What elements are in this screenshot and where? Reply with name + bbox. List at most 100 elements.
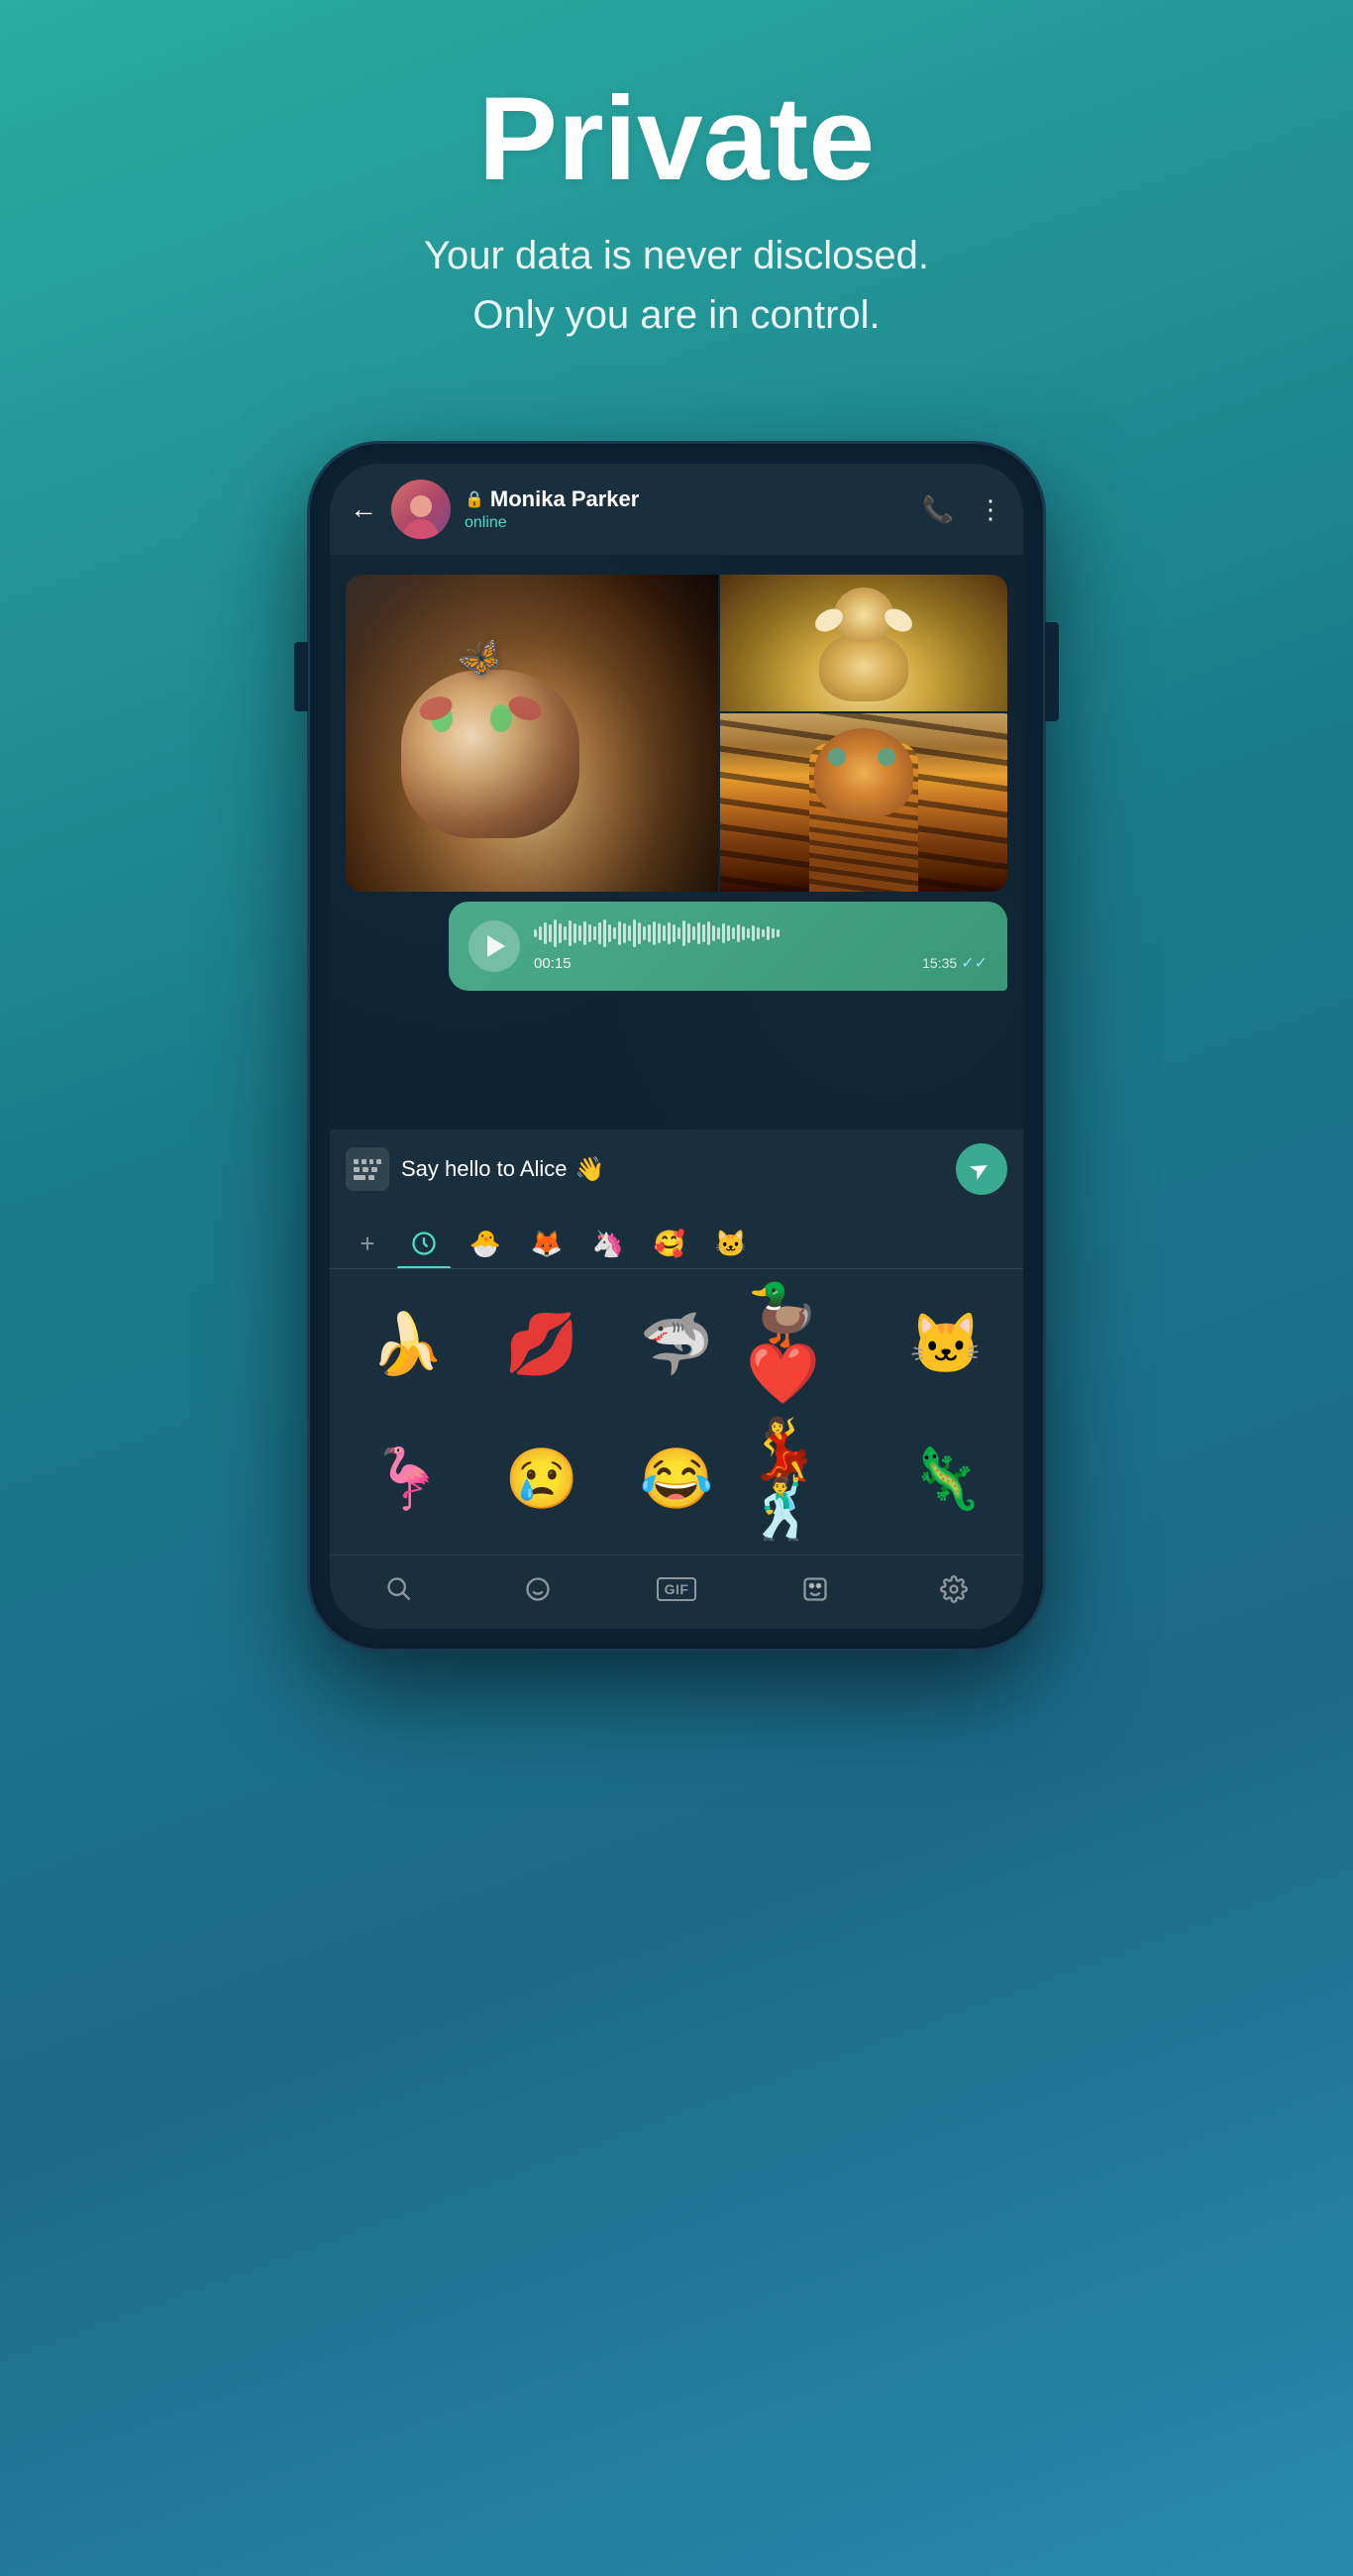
chat-header: ← 🔒 Monika Parker online: [330, 464, 1023, 555]
waveform-bar: [732, 927, 735, 939]
page-title: Private: [424, 79, 929, 198]
sticker-haha[interactable]: 😂: [611, 1414, 742, 1545]
play-button[interactable]: [468, 920, 520, 972]
phone-outer: ← 🔒 Monika Parker online: [310, 444, 1043, 1649]
waveform-bar: [633, 919, 636, 947]
waveform-bar: [702, 924, 705, 942]
contact-info: 🔒 Monika Parker online: [465, 486, 908, 532]
waveform-bar: [603, 919, 606, 947]
waveform-bar: [762, 929, 765, 937]
waveform-bar: [772, 928, 775, 938]
waveform-bar: [707, 921, 710, 945]
header-icons: 📞 ⋮: [922, 494, 1003, 525]
waveform-bar: [564, 926, 567, 940]
sticker-ducks-hearts[interactable]: 🦆❤️: [746, 1279, 877, 1410]
waveform-bar: [653, 921, 656, 945]
waveform-bar: [588, 924, 591, 942]
back-button[interactable]: ←: [350, 493, 377, 525]
waveform-bar: [742, 926, 745, 940]
bottom-nav: GIF: [330, 1555, 1023, 1629]
wave-emoji: 👋: [575, 1155, 605, 1184]
search-nav[interactable]: [374, 1569, 424, 1609]
waveform-bar: [544, 922, 547, 944]
waveform-bar: [727, 925, 730, 941]
header-section: Private Your data is never disclosed. On…: [424, 0, 929, 404]
waveform-bar: [712, 925, 715, 941]
emoji-nav[interactable]: [513, 1569, 563, 1609]
play-icon: [487, 935, 505, 957]
recent-sticker-tab[interactable]: [397, 1219, 451, 1268]
avatar-person: [403, 487, 439, 539]
message-input[interactable]: Say hello to Alice 👋: [401, 1155, 944, 1184]
photo-cat: 🦋: [346, 575, 718, 892]
waveform-bar: [673, 924, 676, 942]
waveform-bar: [757, 927, 760, 939]
voice-meta: 00:15 15:35 ✓✓: [534, 953, 988, 973]
text-input-area: Say hello to Alice 👋 ➤: [330, 1129, 1023, 1209]
call-icon[interactable]: 📞: [922, 494, 954, 525]
waveform-bar: [692, 926, 695, 940]
waveform-bar: [578, 925, 581, 941]
sticker-marilyn-kiss[interactable]: 💋: [476, 1279, 607, 1410]
avatar: [391, 480, 451, 539]
waveform-bar: [583, 921, 586, 945]
read-receipts: ✓✓: [961, 953, 988, 973]
waveform-bar: [539, 926, 542, 940]
phone-mockup: ← 🔒 Monika Parker online: [310, 444, 1043, 1649]
voice-message: 00:15 15:35 ✓✓: [449, 902, 1007, 991]
send-icon: ➤: [964, 1151, 995, 1186]
sticker-cute-cat[interactable]: 🐱: [881, 1279, 1011, 1410]
waveform-bar: [722, 923, 725, 943]
photo-hamster: [720, 575, 1007, 711]
voice-waveform: 00:15 15:35 ✓✓: [534, 919, 988, 973]
page-subtitle: Your data is never disclosed. Only you a…: [424, 226, 929, 345]
waveform-bar: [777, 929, 780, 937]
waveform-bar: [682, 920, 685, 946]
sticker-banana-vacation[interactable]: 🍌: [342, 1279, 472, 1410]
sticker-pack-tab-1[interactable]: 🐣: [459, 1219, 512, 1268]
sticker-panel: + 🐣 🦊 🦄: [330, 1209, 1023, 1629]
sticker-pack-tab-3[interactable]: 🦄: [581, 1219, 635, 1268]
waveform-bar: [598, 922, 601, 944]
phone-screen: ← 🔒 Monika Parker online: [330, 464, 1023, 1629]
waveform-bar: [697, 922, 700, 944]
waveform-bar: [663, 925, 666, 941]
add-sticker-tab[interactable]: +: [346, 1222, 389, 1265]
waveform-bar: [573, 923, 576, 943]
sticker-pack-tab-5[interactable]: 🐱: [704, 1219, 758, 1268]
waveform-bar: [628, 925, 631, 941]
voice-time: 15:35 ✓✓: [922, 953, 988, 973]
keyboard-toggle[interactable]: [346, 1147, 389, 1191]
waveform-bar: [668, 922, 671, 944]
sticker-dino[interactable]: 🦎: [881, 1414, 1011, 1545]
waveform-bar: [549, 924, 552, 942]
lock-icon: 🔒: [465, 489, 484, 509]
sticker-pack-tab-2[interactable]: 🦊: [520, 1219, 573, 1268]
contact-name: 🔒 Monika Parker: [465, 486, 908, 512]
sticker-axolotl[interactable]: 🦩: [342, 1414, 472, 1545]
waveform-bar: [593, 926, 596, 940]
sticker-shark-flying[interactable]: 🦈: [611, 1279, 742, 1410]
sticker-pack-tab-4[interactable]: 🥰: [643, 1219, 696, 1268]
waveform-bar: [747, 928, 750, 938]
tiger-photo-sim: [720, 713, 1007, 892]
waveform-bar: [717, 927, 720, 939]
waveform-bars: [534, 919, 988, 947]
clock-icon: [410, 1230, 438, 1257]
message-text: Say hello to Alice: [401, 1156, 568, 1182]
waveform-bar: [613, 927, 616, 939]
gif-label: GIF: [657, 1577, 697, 1601]
sticker-couple-dance[interactable]: 💃🕺: [746, 1414, 877, 1545]
photo-collage: 🦋: [346, 575, 1007, 892]
waveform-bar: [638, 922, 641, 944]
settings-nav[interactable]: [929, 1569, 979, 1609]
more-options-icon[interactable]: ⋮: [978, 494, 1003, 525]
avatar-body: [403, 519, 439, 539]
sticker-nav[interactable]: [790, 1569, 840, 1609]
subtitle-line1: Your data is never disclosed.: [424, 226, 929, 285]
sticker-tabs: + 🐣 🦊 🦄: [330, 1209, 1023, 1269]
gif-nav[interactable]: GIF: [652, 1569, 701, 1609]
send-button[interactable]: ➤: [956, 1143, 1007, 1195]
keyboard-icon: [354, 1159, 381, 1179]
sticker-duck-crying[interactable]: 😢: [476, 1414, 607, 1545]
